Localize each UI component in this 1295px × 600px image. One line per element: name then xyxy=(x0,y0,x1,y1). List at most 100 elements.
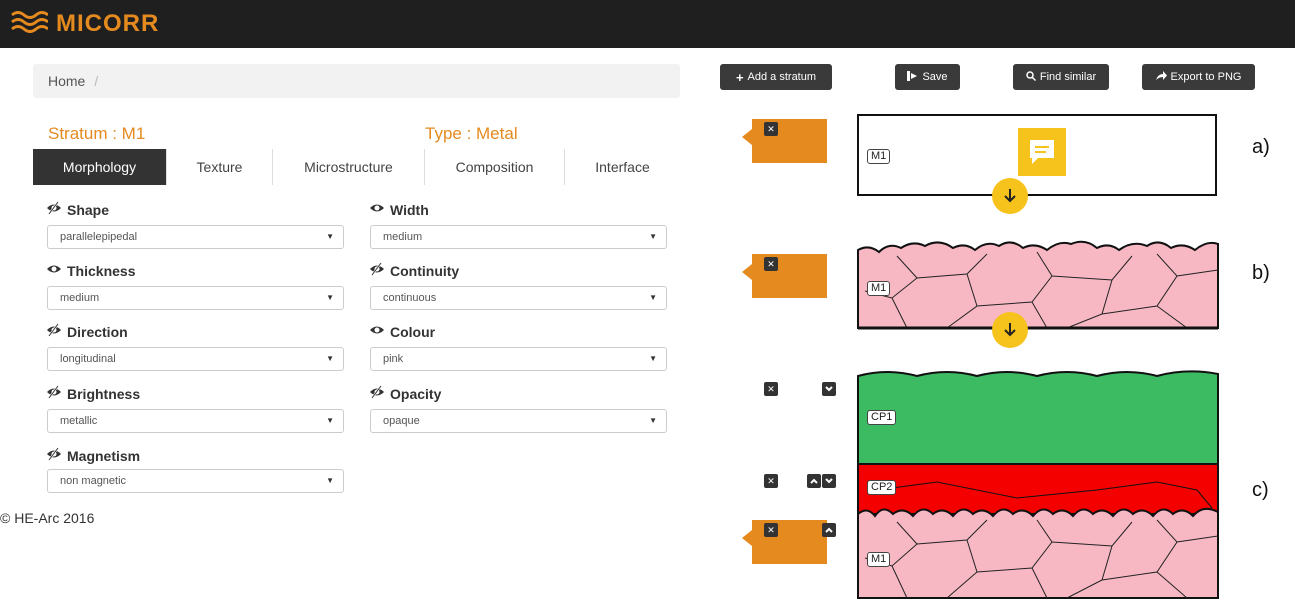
eye-slash-icon[interactable] xyxy=(46,201,62,218)
width-select[interactable]: medium ▼ xyxy=(370,225,667,249)
chevron-down-icon: ▼ xyxy=(649,232,657,241)
interface-handle-icon[interactable] xyxy=(992,178,1028,214)
eye-icon[interactable] xyxy=(46,262,62,279)
share-arrow-icon xyxy=(1155,70,1167,84)
eye-slash-icon[interactable] xyxy=(46,447,62,464)
waves-logo-icon xyxy=(10,8,49,39)
stratigraphy-stack[interactable] xyxy=(857,366,1219,600)
chevron-down-icon: ▼ xyxy=(649,354,657,363)
shape-select[interactable]: parallelepipedal ▼ xyxy=(47,225,344,249)
tab-texture[interactable]: Texture xyxy=(167,149,273,185)
magnetism-label-text: Magnetism xyxy=(67,447,141,464)
stratum-label-m1: M1 xyxy=(867,552,891,567)
tab-bar: Morphology Texture Microstructure Compos… xyxy=(33,149,680,185)
thickness-value: medium xyxy=(60,292,100,304)
stratum-type: Type : Metal xyxy=(425,124,518,143)
chevron-down-icon: ▼ xyxy=(326,354,334,363)
width-label-text: Width xyxy=(390,201,429,218)
shape-label: Shape xyxy=(46,201,109,218)
direction-label: Direction xyxy=(46,323,128,340)
breadcrumb-home-link[interactable]: Home xyxy=(48,73,85,89)
add-stratum-button[interactable]: + Add a stratum xyxy=(720,64,832,90)
brightness-label: Brightness xyxy=(46,385,140,402)
close-icon[interactable]: ✕ xyxy=(764,523,778,537)
continuity-select[interactable]: continuous ▼ xyxy=(370,286,667,310)
find-similar-label: Find similar xyxy=(1039,71,1097,83)
footer-copyright: © HE-Arc 2016 xyxy=(0,510,95,526)
tab-morphology[interactable]: Morphology xyxy=(33,149,167,185)
export-png-label: Export to PNG xyxy=(1170,71,1242,83)
save-button[interactable]: Save xyxy=(895,64,960,90)
eye-slash-icon[interactable] xyxy=(369,385,385,402)
thickness-label: Thickness xyxy=(46,262,135,279)
chevron-down-icon: ▼ xyxy=(326,476,334,485)
opacity-select[interactable]: opaque ▼ xyxy=(370,409,667,433)
opacity-value: opaque xyxy=(383,415,420,427)
shape-label-text: Shape xyxy=(67,201,110,218)
thickness-label-text: Thickness xyxy=(67,262,136,279)
direction-value: longitudinal xyxy=(60,353,116,365)
width-label: Width xyxy=(369,201,429,218)
thickness-select[interactable]: medium ▼ xyxy=(47,286,344,310)
stratum-name: Stratum : M1 xyxy=(48,124,146,143)
plus-icon: + xyxy=(735,69,744,85)
close-icon[interactable]: ✕ xyxy=(764,474,778,488)
eye-icon[interactable] xyxy=(369,201,385,218)
tab-microstructure[interactable]: Microstructure xyxy=(273,149,425,185)
shape-value: parallelepipedal xyxy=(60,231,138,243)
opacity-label-text: Opacity xyxy=(390,385,442,402)
find-similar-button[interactable]: Find similar xyxy=(1013,64,1109,90)
close-icon[interactable]: ✕ xyxy=(764,257,778,271)
continuity-label: Continuity xyxy=(369,262,459,279)
eye-slash-icon[interactable] xyxy=(369,262,385,279)
colour-label: Colour xyxy=(369,323,435,340)
add-stratum-label: Add a stratum xyxy=(747,71,817,83)
close-icon[interactable]: ✕ xyxy=(764,122,778,136)
chevron-down-icon[interactable] xyxy=(822,474,836,488)
opacity-label: Opacity xyxy=(369,385,441,402)
direction-label-text: Direction xyxy=(67,323,128,340)
stratum-label-m1: M1 xyxy=(867,281,891,296)
stratum-box-pink[interactable] xyxy=(857,236,1219,332)
save-label: Save xyxy=(922,71,948,83)
stratum-side-tag[interactable]: ✕ xyxy=(742,119,827,163)
eye-slash-icon[interactable] xyxy=(46,323,62,340)
eye-slash-icon[interactable] xyxy=(46,385,62,402)
panel-label-c: c) xyxy=(1252,479,1269,501)
interface-handle-icon[interactable] xyxy=(992,312,1028,348)
continuity-value: continuous xyxy=(383,292,437,304)
stratum-side-tag[interactable]: ✕ xyxy=(742,520,827,564)
brand[interactable]: MICORR xyxy=(10,8,159,39)
brightness-select[interactable]: metallic ▼ xyxy=(47,409,344,433)
close-icon[interactable]: ✕ xyxy=(764,382,778,396)
colour-select[interactable]: pink ▼ xyxy=(370,347,667,371)
comment-icon[interactable] xyxy=(1018,128,1066,176)
brand-title: MICORR xyxy=(56,9,160,37)
chevron-down-icon: ▼ xyxy=(649,293,657,302)
magnetism-label: Magnetism xyxy=(46,447,140,464)
tab-interface[interactable]: Interface xyxy=(565,149,680,185)
export-png-button[interactable]: Export to PNG xyxy=(1142,64,1255,90)
stratum-label-cp2: CP2 xyxy=(867,480,897,495)
panel-label-a: a) xyxy=(1252,136,1270,158)
stratum-label-m1: M1 xyxy=(867,149,891,164)
stratum-label-cp1: CP1 xyxy=(867,410,897,425)
magnetism-select[interactable]: non magnetic ▼ xyxy=(47,469,344,493)
direction-select[interactable]: longitudinal ▼ xyxy=(47,347,344,371)
colour-value: pink xyxy=(383,353,404,365)
chevron-down-icon[interactable] xyxy=(822,382,836,396)
chevron-down-icon: ▼ xyxy=(326,416,334,425)
magnetism-value: non magnetic xyxy=(60,475,127,487)
chevron-down-icon: ▼ xyxy=(326,232,334,241)
stratum-side-tag[interactable]: ✕ xyxy=(742,254,827,298)
search-icon xyxy=(1026,70,1036,84)
width-value: medium xyxy=(383,231,423,243)
chevron-down-icon: ▼ xyxy=(649,416,657,425)
top-navbar: MICORR xyxy=(0,0,1295,48)
brightness-value: metallic xyxy=(60,415,98,427)
save-icon xyxy=(907,70,918,84)
tab-composition[interactable]: Composition xyxy=(425,149,565,185)
eye-icon[interactable] xyxy=(369,323,385,340)
chevron-up-icon[interactable] xyxy=(807,474,821,488)
chevron-up-icon[interactable] xyxy=(822,523,836,537)
